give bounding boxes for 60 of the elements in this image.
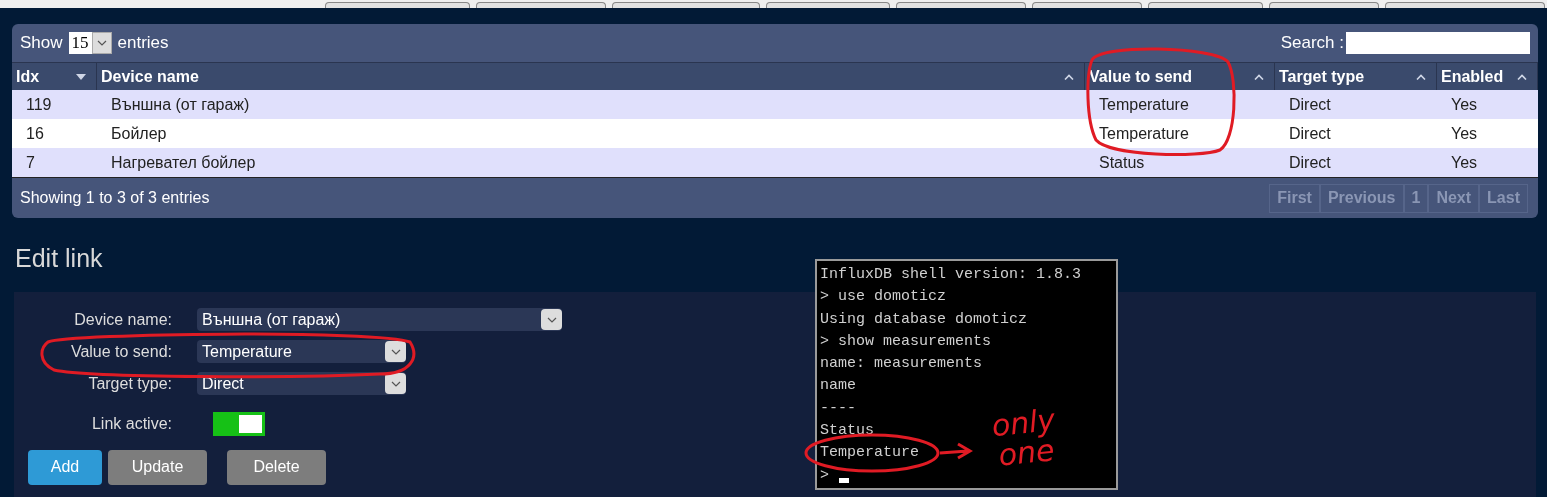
- action-button[interactable]: Delete: [227, 449, 326, 485]
- terminal-line: > use domoticz: [820, 287, 947, 308]
- show-label: Show: [20, 32, 63, 55]
- chevron-down-icon: [96, 40, 107, 46]
- toolbar-button[interactable]: [1032, 2, 1142, 8]
- terminal-line: ----: [820, 398, 856, 419]
- table-row[interactable]: 119 Външна (от гараж) Temperature Direct Yes: [12, 90, 1538, 119]
- chevron-down-icon: [390, 380, 401, 387]
- search-label: Search :: [1280, 32, 1344, 55]
- terminal-line: >: [820, 465, 829, 486]
- table-cell-text: Бойлер: [111, 123, 167, 144]
- terminal-line: name: measurements: [820, 354, 983, 375]
- toolbar-button[interactable]: [896, 2, 1026, 8]
- chevron-down-icon: [546, 316, 557, 323]
- terminal-line: InfluxDB shell version: 1.8.3: [820, 264, 1082, 285]
- terminal-line: Status: [820, 421, 874, 441]
- table-cell-text: 7: [26, 152, 35, 173]
- table-cell-text: Direct: [1289, 123, 1331, 144]
- table-cell-text: Status: [1099, 152, 1145, 173]
- table-cell-text: Yes: [1451, 94, 1478, 115]
- table-cell-text: Direct: [1289, 94, 1331, 115]
- toolbar-button[interactable]: [476, 2, 606, 8]
- entries-label: entries: [117, 32, 169, 55]
- toggle-switch[interactable]: [213, 411, 265, 436]
- toolbar-button[interactable]: [325, 2, 470, 8]
- table-row[interactable]: 7 Нагревател бойлер Status Direct Yes: [12, 148, 1538, 177]
- toolbar-button[interactable]: [1385, 2, 1545, 8]
- page-size-select[interactable]: 15: [68, 32, 112, 54]
- chevron-down-icon: [390, 348, 401, 355]
- toolbar-button[interactable]: [1148, 2, 1263, 8]
- section-title: Edit link: [15, 243, 103, 274]
- action-button[interactable]: Update: [108, 449, 207, 485]
- field-label: Device name:: [74, 309, 172, 330]
- search-field[interactable]: [1346, 32, 1530, 54]
- table-cell-text: Temperature: [1099, 94, 1189, 115]
- toolbar-button[interactable]: [766, 2, 890, 8]
- field-label: Target type:: [88, 373, 172, 394]
- table-info: Showing 1 to 3 of 3 entries: [20, 188, 210, 208]
- table-cell-text: Temperature: [1099, 123, 1189, 144]
- field-label: Link active:: [91, 413, 172, 434]
- annotation-arrow: [938, 442, 973, 460]
- field-label: Value to send:: [70, 341, 172, 362]
- terminal-line: name: [820, 376, 856, 397]
- toolbar-button[interactable]: [1269, 2, 1379, 8]
- table-cell-text: Direct: [1289, 152, 1331, 173]
- table-cell-text: Външна (от гараж): [111, 94, 250, 115]
- select-field[interactable]: Външна (от гараж): [197, 308, 562, 331]
- terminal-line: > show measurements: [820, 331, 992, 352]
- table-cell-text: 119: [26, 94, 52, 115]
- table-cell-text: Yes: [1451, 123, 1478, 144]
- table-cell-text: Нагревател бойлер: [111, 152, 256, 173]
- annotation-note: only one: [989, 403, 1058, 473]
- terminal-line: Temperature: [820, 443, 920, 464]
- table-row[interactable]: 16 Бойлер Temperature Direct Yes: [12, 119, 1538, 148]
- terminal-cursor: [839, 478, 849, 484]
- table-cell-text: 16: [26, 123, 44, 144]
- table-cell-text: Yes: [1451, 152, 1478, 173]
- toolbar-button[interactable]: [612, 2, 760, 8]
- terminal-line: Using database domoticz: [820, 309, 1028, 330]
- select-field[interactable]: Temperature: [197, 340, 406, 363]
